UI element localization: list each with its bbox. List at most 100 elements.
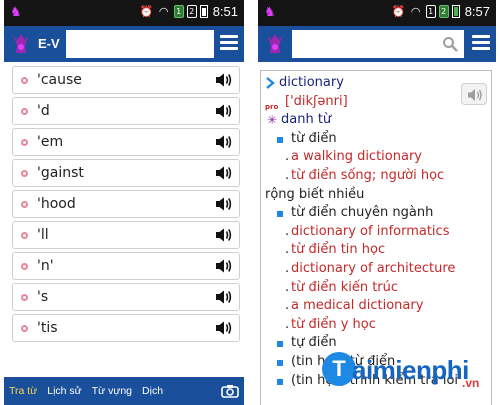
sim2-icon: 2 xyxy=(438,5,449,18)
watermark-logo: T aimienphi .vn xyxy=(322,352,498,396)
dot-bullet-icon: . xyxy=(285,149,290,165)
word-text: 'd xyxy=(37,103,50,119)
speaker-icon[interactable] xyxy=(215,258,233,274)
tab-4[interactable]: Dịch xyxy=(137,385,168,397)
search-input[interactable] xyxy=(66,30,214,58)
bullet-icon xyxy=(21,108,28,115)
word-text: 'n' xyxy=(37,258,54,274)
bottom-nav: Tra từ Lịch sử Từ vựng Dịch xyxy=(4,377,244,405)
watermark-letter: T xyxy=(322,352,356,386)
sense-line: từ điển chuyên ngành xyxy=(265,204,487,223)
speaker-icon[interactable] xyxy=(215,134,233,150)
definition-screen: ♞ ⏰ ◠ 1 2 8:57 dictionary pro ['dikʃənri… xyxy=(258,0,496,405)
word-list-item[interactable]: 'cause xyxy=(12,66,240,94)
watermark-text: aimienphi xyxy=(352,355,469,385)
speaker-icon[interactable] xyxy=(215,320,233,336)
part-of-speech: ✳ danh từ xyxy=(265,111,487,130)
pronounce-button[interactable] xyxy=(461,83,487,105)
asterisk-icon: ✳ xyxy=(267,113,278,128)
bullet-icon xyxy=(21,232,28,239)
example-line: . từ điển tin học xyxy=(265,241,487,260)
clock: 8:51 xyxy=(212,4,238,19)
word-list[interactable]: 'cause 'd 'em 'gainst 'hood 'll 'n' 's 'tis xyxy=(12,66,240,377)
battery-icon xyxy=(451,5,460,18)
speaker-icon xyxy=(468,89,482,101)
speaker-icon[interactable] xyxy=(215,165,233,181)
dot-bullet-icon: . xyxy=(285,298,290,314)
headword: dictionary xyxy=(265,74,487,93)
example-line: .a walking dictionary xyxy=(265,148,487,167)
wifi-icon: ◠ xyxy=(158,4,169,18)
word-list-item[interactable]: 'hood xyxy=(12,190,240,218)
search-icon[interactable] xyxy=(442,36,458,52)
dot-bullet-icon: . xyxy=(285,242,290,258)
word-list-item[interactable]: 's xyxy=(12,283,240,311)
word-list-item[interactable]: 'em xyxy=(12,128,240,156)
dictionary-mode-label[interactable]: E-V xyxy=(38,36,60,51)
bullet-icon xyxy=(21,77,28,84)
dot-bullet-icon: . xyxy=(285,279,290,295)
word-list-item[interactable]: 'n' xyxy=(12,252,240,280)
square-bullet-icon xyxy=(277,136,283,143)
word-list-item[interactable]: 'gainst xyxy=(12,159,240,187)
phonetic: pro ['dikʃənri] xyxy=(265,93,487,112)
word-text: 'em xyxy=(37,134,64,150)
word-text: 'tis xyxy=(37,320,58,336)
battery-icon xyxy=(199,5,208,18)
word-text: 'll xyxy=(37,227,49,243)
alarm-icon: ⏰ xyxy=(139,4,154,18)
status-bar: ♞ ⏰ ◠ 1 2 8:51 xyxy=(4,0,244,26)
word-list-screen: ♞ ⏰ ◠ 1 2 8:51 E-V 'cause 'd 'em 'gainst 'ho… xyxy=(4,0,244,405)
app-bar xyxy=(258,26,496,62)
notification-icon: ♞ xyxy=(10,5,22,20)
search-input[interactable] xyxy=(292,30,464,58)
bullet-icon xyxy=(21,263,28,270)
camera-icon[interactable] xyxy=(221,384,239,398)
example-line: . từ điển kiến trúc xyxy=(265,279,487,298)
speaker-icon[interactable] xyxy=(215,227,233,243)
example-line: . từ điển y học xyxy=(265,316,487,335)
dot-bullet-icon: . xyxy=(285,316,290,332)
bullet-icon xyxy=(21,170,28,177)
example-line: . từ điển sống; người học xyxy=(265,167,487,186)
sim2-icon: 2 xyxy=(186,5,197,18)
square-bullet-icon xyxy=(277,359,283,366)
bullet-icon xyxy=(21,139,28,146)
alarm-icon: ⏰ xyxy=(391,4,406,18)
square-bullet-icon xyxy=(277,378,283,385)
word-list-item[interactable]: 'll xyxy=(12,221,240,249)
sense-line: từ điển xyxy=(265,130,487,149)
word-text: 'hood xyxy=(37,196,76,212)
app-bar: E-V xyxy=(4,26,244,62)
example-line: . dictionary of informatics xyxy=(265,223,487,242)
speaker-icon[interactable] xyxy=(215,103,233,119)
app-logo-icon xyxy=(267,34,283,53)
example-line: .a medical dictionary xyxy=(265,297,487,316)
example-line: . dictionary of architecture xyxy=(265,260,487,279)
dot-bullet-icon: . xyxy=(285,167,290,183)
square-bullet-icon xyxy=(277,211,283,218)
bullet-icon xyxy=(21,294,28,301)
tab-3[interactable]: Từ vựng xyxy=(87,385,137,397)
continuation-line: rộng biết nhiều xyxy=(265,186,365,202)
menu-icon[interactable] xyxy=(220,35,238,53)
speaker-icon[interactable] xyxy=(215,72,233,88)
bullet-icon xyxy=(21,325,28,332)
speaker-icon[interactable] xyxy=(215,196,233,212)
word-text: 'gainst xyxy=(37,165,84,181)
notification-icon: ♞ xyxy=(264,5,276,20)
speaker-icon[interactable] xyxy=(215,289,233,305)
sim1-icon: 1 xyxy=(173,5,184,18)
tab-2[interactable]: Lịch sử xyxy=(42,385,86,397)
dot-bullet-icon: . xyxy=(285,223,290,239)
dot-bullet-icon: . xyxy=(285,260,290,276)
word-list-item[interactable]: 'tis xyxy=(12,314,240,342)
word-list-item[interactable]: 'd xyxy=(12,97,240,125)
sim1-icon: 1 xyxy=(425,5,436,18)
square-bullet-icon xyxy=(277,341,283,348)
word-text: 'cause xyxy=(37,72,82,88)
tab-1[interactable]: Tra từ xyxy=(4,385,42,397)
watermark-suffix: .vn xyxy=(462,376,480,390)
menu-icon[interactable] xyxy=(472,35,490,53)
sense-line: tự điển xyxy=(265,334,487,353)
